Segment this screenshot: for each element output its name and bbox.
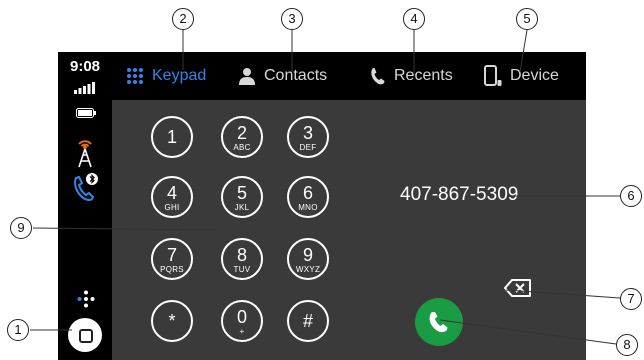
key-4[interactable]: 4 GHI — [151, 176, 193, 218]
key-digit: # — [302, 311, 313, 331]
key-3[interactable]: 3 DEF — [287, 116, 329, 158]
callout-5: 5 — [516, 8, 538, 30]
key-letters: MNO — [298, 203, 318, 212]
key-digit: 9 — [302, 245, 313, 265]
callout-6: 6 — [620, 185, 642, 207]
tab-contacts[interactable]: Contacts — [238, 52, 327, 100]
key-letters: ABC — [233, 143, 251, 152]
key-8[interactable]: 8 TUV — [221, 238, 263, 280]
callout-1: 1 — [7, 319, 29, 341]
key-digit: * — [168, 311, 176, 331]
key-letters: DEF — [299, 143, 317, 152]
tab-device[interactable]: Device — [484, 52, 559, 100]
tab-bar: Keypad Contacts Recents Device — [112, 52, 586, 100]
key-0[interactable]: 0 + — [221, 300, 263, 342]
key-letters: + — [239, 327, 245, 336]
keypad-grid-icon — [127, 68, 143, 84]
key-9[interactable]: 9 WXYZ — [287, 238, 329, 280]
phone-handset-icon — [371, 68, 385, 85]
callout-3: 3 — [281, 8, 303, 30]
key-letters: WXYZ — [295, 265, 321, 274]
key-digit: 1 — [166, 127, 177, 147]
key-digit: 8 — [236, 245, 247, 265]
tab-contacts-label: Contacts — [264, 67, 328, 84]
home-square-icon — [79, 329, 93, 343]
key-star[interactable]: * — [151, 300, 193, 342]
cell-tower-icon — [78, 140, 92, 168]
callout-4: 4 — [403, 8, 425, 30]
phone-handset-icon — [429, 312, 448, 333]
key-digit: 5 — [236, 183, 247, 203]
signal-strength-icon — [74, 82, 95, 94]
clock: 9:08 — [69, 58, 101, 75]
key-digit: 2 — [236, 123, 247, 143]
key-7[interactable]: 7 PQRS — [151, 238, 193, 280]
key-letters: GHI — [164, 203, 180, 212]
dialed-number: 407-867-5309 — [400, 184, 519, 205]
bluetooth-phone-icon — [74, 173, 98, 201]
home-button[interactable] — [68, 318, 102, 352]
callout-2: 2 — [172, 8, 194, 30]
key-6[interactable]: 6 MNO — [287, 176, 329, 218]
key-hash[interactable]: # — [287, 300, 329, 342]
key-1[interactable]: 1 — [151, 116, 193, 158]
key-2[interactable]: 2 ABC — [221, 116, 263, 158]
key-letters: PQRS — [160, 265, 184, 274]
person-icon — [239, 68, 255, 85]
key-letters: TUV — [233, 265, 251, 274]
key-digit: 3 — [302, 123, 313, 143]
tab-keypad[interactable]: Keypad — [126, 52, 206, 100]
tab-keypad-label: Keypad — [152, 67, 207, 84]
tab-device-label: Device — [510, 67, 559, 84]
app-launcher-dots-icon[interactable] — [77, 290, 95, 308]
call-button[interactable] — [415, 298, 463, 346]
tab-recents-label: Recents — [394, 67, 453, 84]
status-sidebar: 9:08 — [58, 52, 112, 360]
callout-7: 7 — [620, 288, 642, 310]
backspace-icon[interactable] — [504, 278, 532, 298]
key-digit: 7 — [166, 245, 177, 265]
mobile-device-icon — [484, 65, 502, 86]
tab-recents[interactable]: Recents — [370, 52, 453, 100]
key-5[interactable]: 5 JKL — [221, 176, 263, 218]
callout-8: 8 — [616, 334, 638, 356]
key-digit: 6 — [302, 183, 313, 203]
callout-9: 9 — [10, 217, 32, 239]
key-digit: 0 — [236, 307, 247, 327]
key-letters: JKL — [234, 203, 250, 212]
key-digit: 4 — [166, 183, 177, 203]
battery-icon — [76, 108, 96, 118]
carplay-screen: 9:08 Keypad Contacts Recents Device 1 2 … — [58, 52, 586, 360]
